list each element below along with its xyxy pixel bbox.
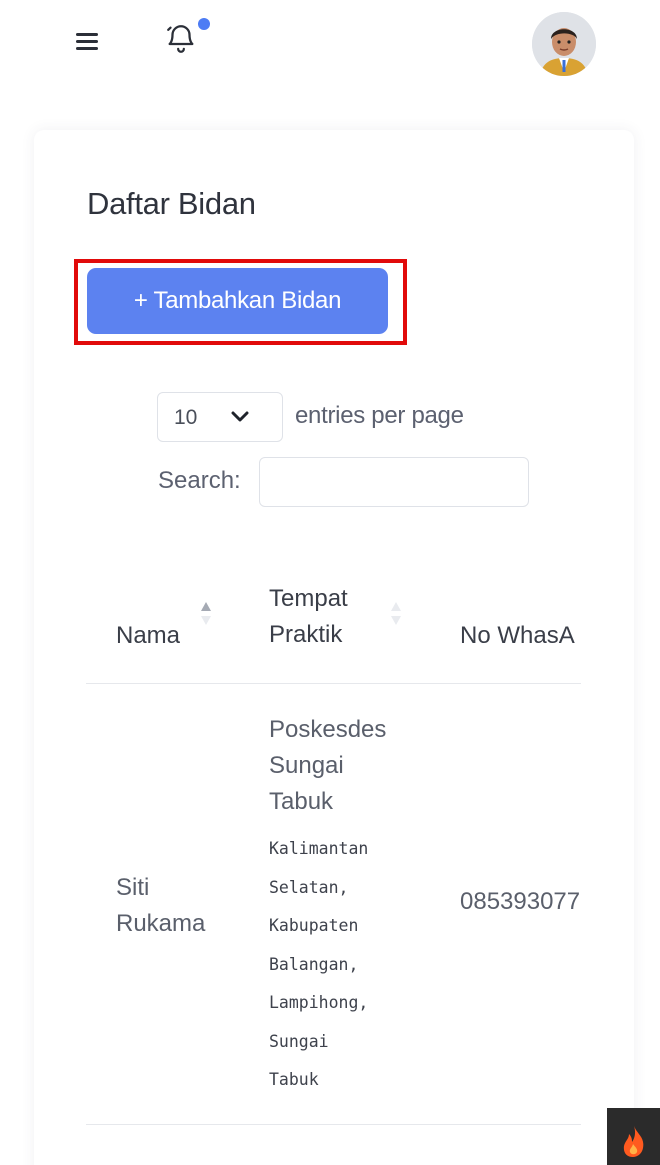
user-avatar-icon bbox=[532, 12, 596, 76]
cell-phone: 085393077 bbox=[460, 888, 581, 915]
cell-name: Rukama bbox=[116, 910, 206, 937]
column-header-label: Tempat bbox=[269, 585, 348, 612]
column-header-label: Nama bbox=[116, 622, 181, 649]
cell-name: Siti bbox=[116, 874, 150, 901]
fire-icon bbox=[623, 1126, 644, 1157]
column-header-tempat-praktik[interactable]: Tempat Praktik bbox=[269, 581, 348, 653]
address-line: Balangan, bbox=[269, 954, 359, 974]
bell-icon bbox=[167, 25, 194, 53]
column-header-label: Praktik bbox=[269, 621, 343, 648]
chevron-down-icon bbox=[231, 411, 249, 422]
address-line: Kabupaten bbox=[269, 916, 359, 935]
notification-dot bbox=[198, 18, 210, 30]
page-title: Daftar Bidan bbox=[87, 186, 256, 221]
entries-per-page-select[interactable]: 10 bbox=[157, 392, 283, 442]
address-line: Tabuk bbox=[269, 1070, 319, 1089]
sort-icon[interactable] bbox=[389, 600, 403, 634]
column-header-label: No WhasA bbox=[460, 622, 575, 649]
header-divider bbox=[86, 683, 581, 684]
avatar[interactable] bbox=[532, 12, 596, 76]
address-line: Selatan, bbox=[269, 877, 349, 897]
hamburger-menu-icon[interactable] bbox=[74, 30, 104, 54]
data-table: Nama Tempat Praktik No WhasA Siti Rukama… bbox=[86, 560, 581, 1160]
cell-address: Kalimantan Selatan, Kabupaten Balangan, … bbox=[269, 830, 419, 1100]
column-header-nama[interactable]: Nama bbox=[116, 618, 180, 654]
entries-label: entries per page bbox=[295, 402, 464, 429]
notification-button[interactable] bbox=[160, 16, 216, 62]
top-bar bbox=[0, 0, 660, 90]
column-header-no-whatsapp[interactable]: No WhasA bbox=[460, 618, 575, 654]
sort-icon[interactable] bbox=[199, 600, 213, 634]
search-input[interactable] bbox=[259, 457, 529, 507]
place-line: Poskesdes bbox=[269, 716, 387, 743]
row-divider bbox=[86, 1124, 581, 1125]
entries-value: 10 bbox=[174, 406, 198, 429]
floating-action-button[interactable] bbox=[607, 1108, 660, 1165]
add-bidan-button[interactable]: + Tambahkan Bidan bbox=[87, 268, 388, 334]
address-line: Lampihong, bbox=[269, 993, 369, 1012]
table-row: Siti Rukama bbox=[116, 870, 236, 942]
cell-tempat-praktik: Poskesdes Sungai Tabuk bbox=[269, 712, 419, 820]
place-line: Sungai bbox=[269, 752, 344, 779]
address-line: Kalimantan bbox=[269, 839, 369, 858]
place-line: Tabuk bbox=[269, 788, 334, 815]
address-line: Sungai bbox=[269, 1031, 329, 1051]
search-label: Search: bbox=[158, 467, 241, 494]
